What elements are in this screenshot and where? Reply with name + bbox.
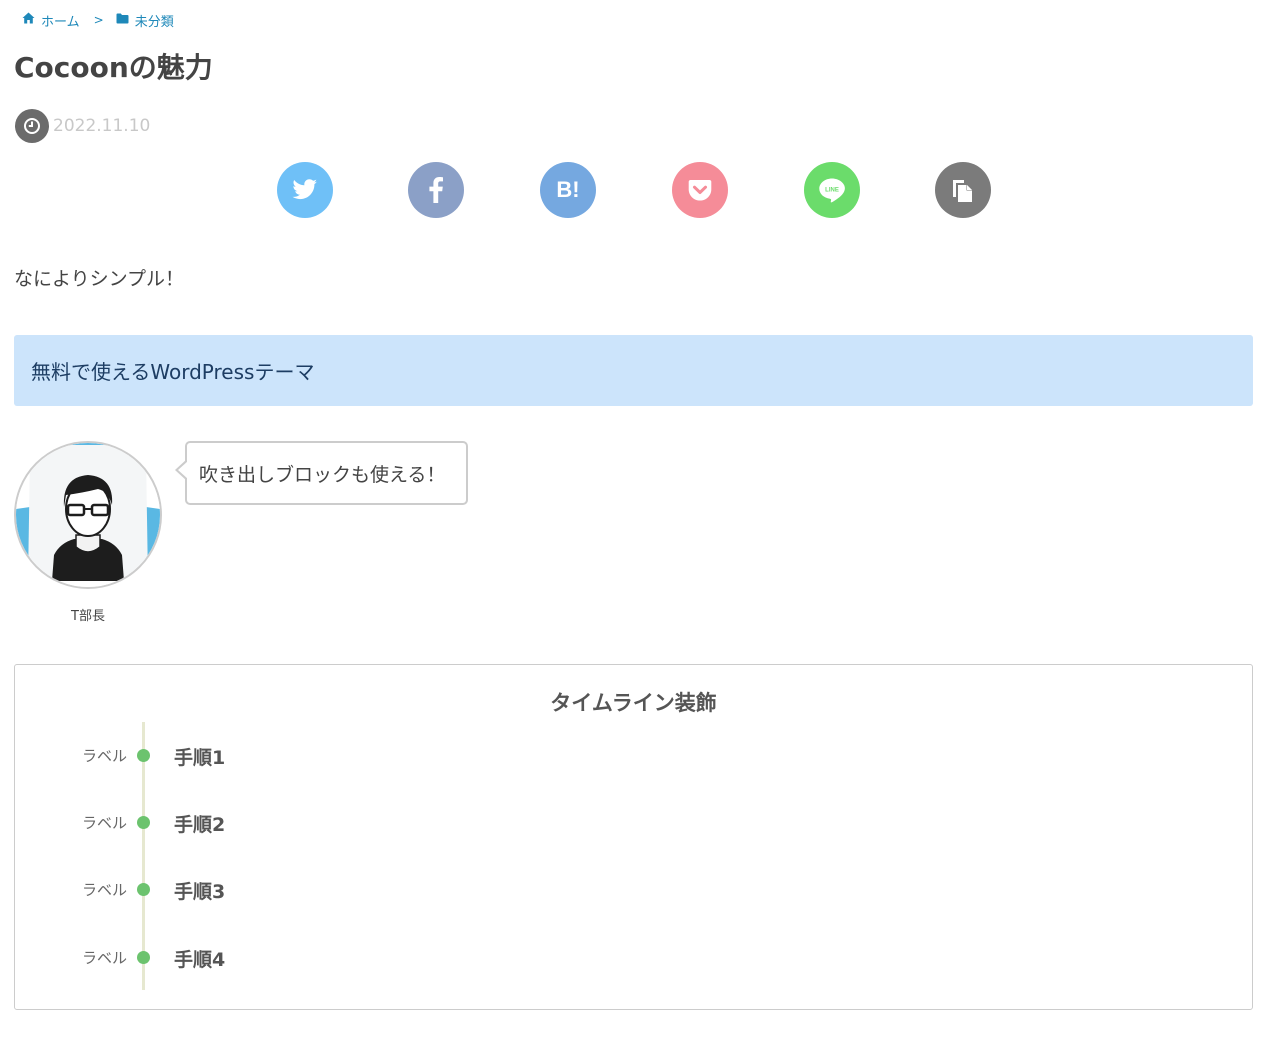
timeline-item: ラベル 手順3 xyxy=(15,877,415,903)
timeline-title: タイムライン装飾 xyxy=(550,691,717,715)
breadcrumb-category-label[interactable]: 未分類 xyxy=(135,11,174,30)
twitter-bird-icon xyxy=(292,179,317,200)
timeline-item-step: 手順2 xyxy=(174,814,226,836)
post-date: 2022.11.10 xyxy=(15,108,150,144)
timeline-item: ラベル 手順2 xyxy=(15,810,415,836)
timeline-item-label: ラベル xyxy=(81,881,127,899)
share-buttons: B! LINE xyxy=(0,162,1267,218)
timeline-item-label: ラベル xyxy=(81,747,127,765)
breadcrumb-home-label[interactable]: ホーム xyxy=(41,11,80,30)
timeline-dot xyxy=(137,883,150,896)
breadcrumb-separator: > xyxy=(93,13,104,27)
copy-share-button[interactable] xyxy=(935,162,991,218)
line-share-button[interactable]: LINE xyxy=(804,162,860,218)
timeline-item-label: ラベル xyxy=(81,814,127,832)
facebook-share-button[interactable] xyxy=(408,162,464,218)
breadcrumb-category[interactable]: 未分類 xyxy=(116,11,174,30)
page-title: Cocoonの魅力 xyxy=(14,51,213,84)
date-text: 2022.11.10 xyxy=(53,116,151,136)
breadcrumb: ホーム > 未分類 xyxy=(22,10,174,30)
timeline-item: ラベル 手順4 xyxy=(15,945,415,971)
twitter-share-button[interactable] xyxy=(277,162,333,218)
timeline-item: ラベル 手順1 xyxy=(15,743,415,769)
hatena-bookmark-icon: B! xyxy=(556,177,580,202)
timeline-dot xyxy=(137,951,150,964)
avatar-illustration xyxy=(16,443,160,587)
avatar-name: T部長 xyxy=(71,609,105,624)
line-icon-label: LINE xyxy=(825,188,839,194)
pocket-icon xyxy=(688,180,712,201)
folder-icon xyxy=(116,13,129,28)
lead-text: なによりシンプル！ xyxy=(14,268,185,290)
line-icon: LINE xyxy=(819,178,845,203)
copy-document-icon xyxy=(953,180,972,202)
timeline-item-step: 手順3 xyxy=(174,881,226,903)
clock-icon xyxy=(15,109,49,143)
timeline-item-step: 手順1 xyxy=(174,747,226,769)
facebook-f-icon xyxy=(429,177,443,203)
pocket-share-button[interactable] xyxy=(672,162,728,218)
speech-balloon: 吹き出しブロックも使える！ xyxy=(175,441,468,505)
info-box: 無料で使えるWordPressテーマ xyxy=(14,335,1253,406)
avatar xyxy=(14,441,162,589)
breadcrumb-home[interactable]: ホーム xyxy=(22,11,80,30)
timeline-dot xyxy=(137,749,150,762)
timeline-box: タイムライン装飾 ラベル 手順1 ラベル 手順2 ラベル 手順3 ラベル 手順4 xyxy=(14,664,1253,1010)
timeline-item-label: ラベル xyxy=(81,949,127,967)
timeline-dot xyxy=(137,816,150,829)
timeline-item-step: 手順4 xyxy=(174,949,226,971)
hatena-share-button[interactable]: B! xyxy=(540,162,596,218)
home-icon xyxy=(22,12,35,28)
